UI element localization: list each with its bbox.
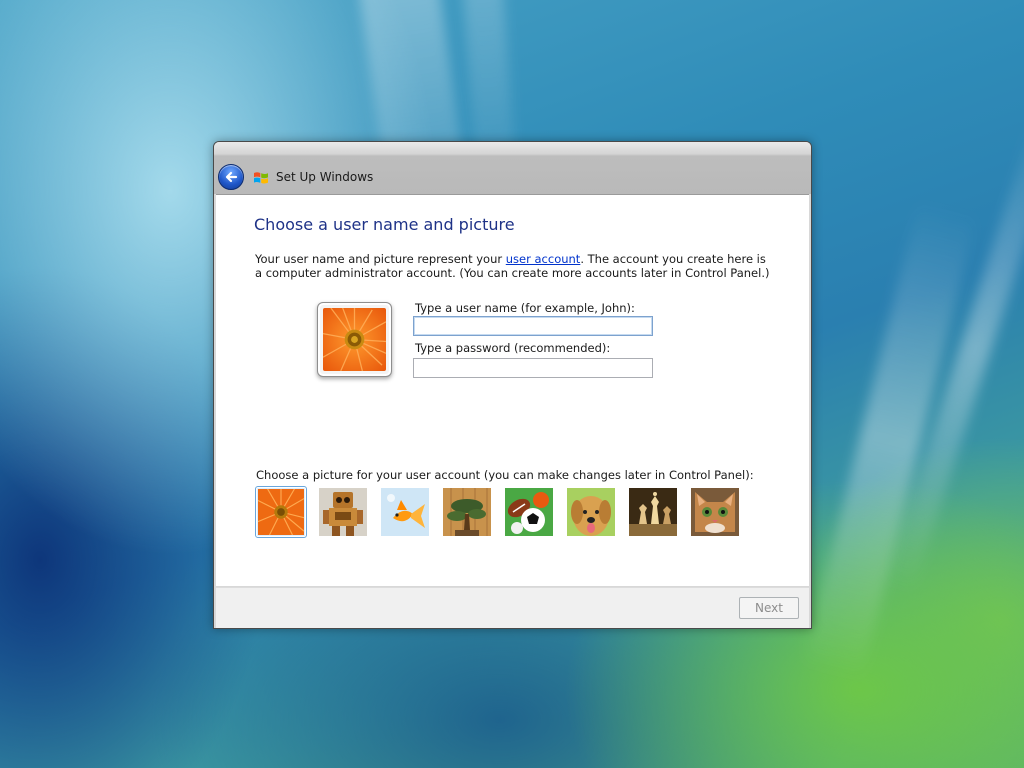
selected-picture-preview (317, 302, 392, 377)
title-bar: Set Up Windows (214, 142, 811, 194)
window-title: Set Up Windows (276, 170, 374, 184)
back-arrow-icon (225, 171, 238, 183)
flower-picture-icon (258, 489, 304, 535)
dog-picture-icon (567, 488, 615, 536)
fish-picture-icon (381, 488, 429, 536)
username-input[interactable] (413, 316, 653, 336)
back-button[interactable] (218, 164, 244, 190)
cat-picture-icon (691, 488, 739, 536)
picture-thumb-dog[interactable] (567, 488, 615, 536)
bonsai-picture-icon (443, 488, 491, 536)
setup-window: Set Up Windows Choose a user name and pi… (213, 141, 812, 629)
picture-thumb-balls[interactable] (505, 488, 553, 536)
balls-picture-icon (505, 488, 553, 536)
content-area: Choose a user name and picture Your user… (216, 194, 809, 586)
password-label: Type a password (recommended): (415, 341, 611, 355)
page-title: Choose a user name and picture (254, 215, 515, 234)
picture-thumb-bonsai[interactable] (443, 488, 491, 536)
description-part-1: Your user name and picture represent you… (255, 252, 506, 266)
picture-thumb-fish[interactable] (381, 488, 429, 536)
windows-logo-icon (254, 172, 268, 184)
footer-bar: Next (216, 587, 809, 628)
choose-picture-label: Choose a picture for your user account (… (256, 468, 754, 482)
user-account-link[interactable]: user account (506, 252, 581, 266)
next-button[interactable]: Next (739, 597, 799, 619)
robot-picture-icon (319, 488, 367, 536)
password-input[interactable] (413, 358, 653, 378)
picture-thumb-flower[interactable] (255, 486, 307, 538)
picture-thumb-robot[interactable] (319, 488, 367, 536)
picture-thumb-chess[interactable] (629, 488, 677, 536)
chess-picture-icon (629, 488, 677, 536)
picture-thumb-cat[interactable] (691, 488, 739, 536)
flower-picture-large (323, 308, 386, 371)
picture-list (255, 486, 755, 540)
description-text: Your user name and picture represent you… (255, 252, 775, 280)
username-label: Type a user name (for example, John): (415, 301, 635, 315)
